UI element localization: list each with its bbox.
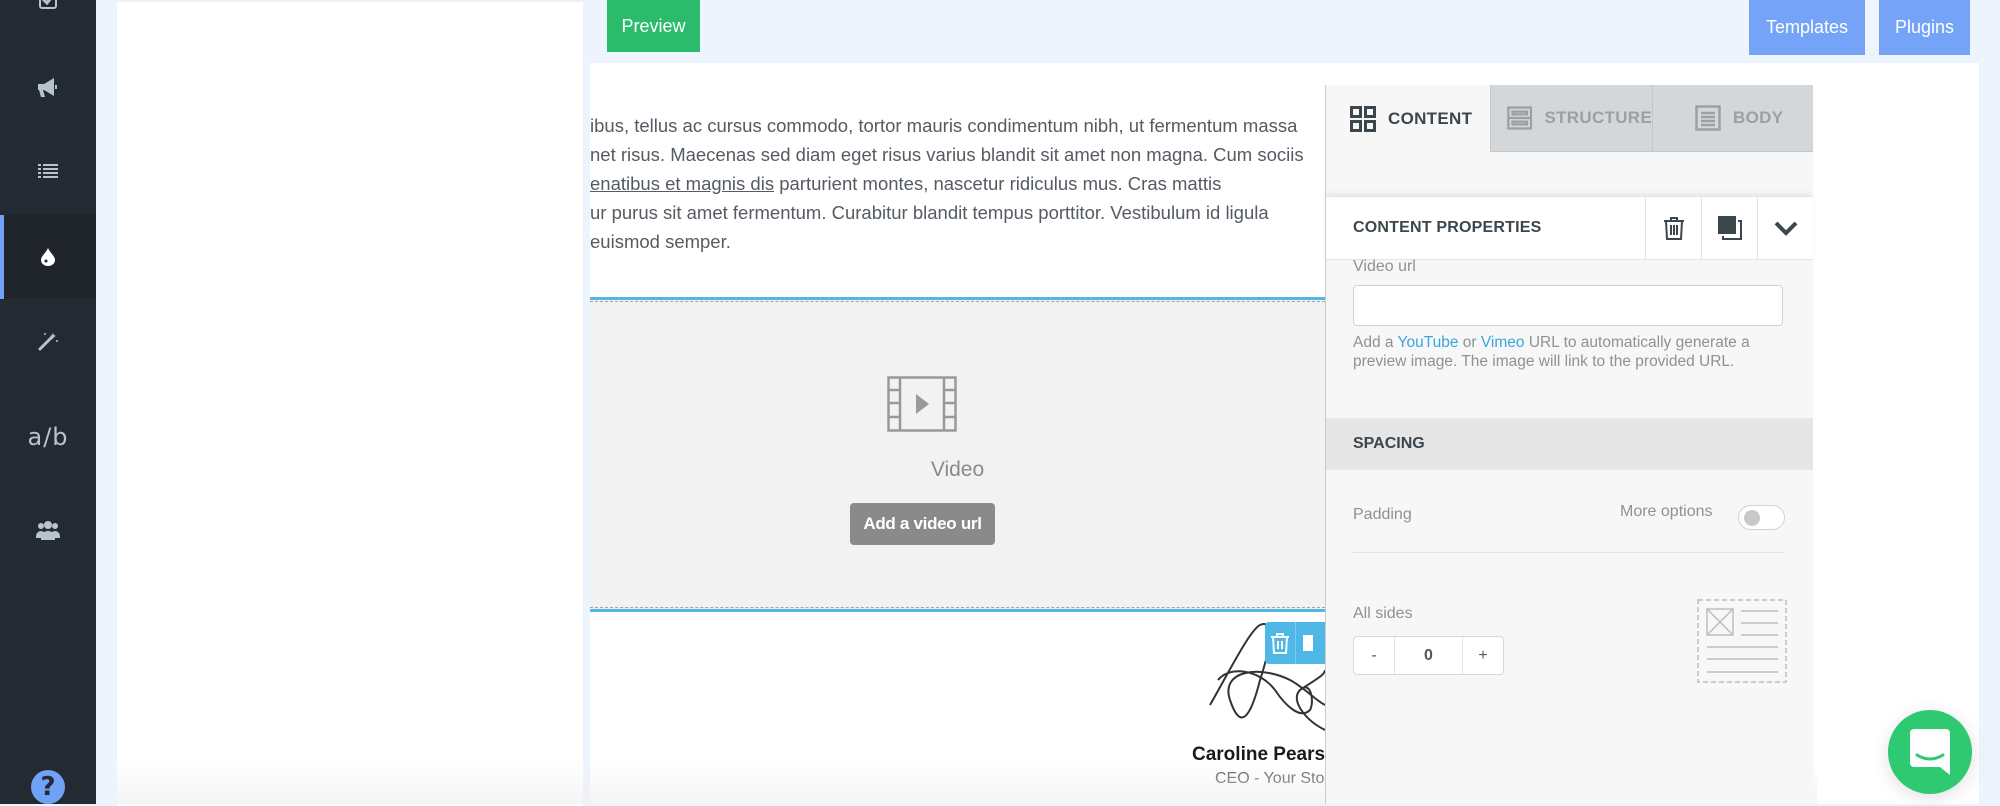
video-url-input[interactable] [1353, 285, 1783, 326]
delete-content-button[interactable] [1645, 197, 1701, 259]
all-sides-label: All sides [1353, 605, 1413, 622]
preview-button[interactable]: Preview [607, 0, 700, 52]
list-icon [38, 164, 58, 178]
more-options-label: More options [1620, 503, 1713, 520]
rows-icon [1507, 106, 1533, 130]
text-block[interactable]: ibus, tellus ac cursus commodo, tortor m… [590, 111, 1325, 256]
text-line: ur purus sit amet fermentum. Curabitur b… [590, 202, 1269, 223]
video-film-icon [887, 376, 957, 432]
signature-name: Caroline Pearsc [1192, 744, 1325, 765]
sidebar-item-design[interactable] [0, 215, 96, 299]
text-line: net risus. Maecenas sed diam eget risus … [590, 144, 1304, 165]
padding-preview-icon [1697, 599, 1787, 683]
templates-button[interactable]: Templates [1749, 0, 1865, 55]
signature-block[interactable]: Caroline Pearsc CEO - Your Stor [1100, 610, 1325, 804]
magic-wand-icon [38, 333, 58, 351]
decrement-button[interactable]: - [1354, 637, 1394, 674]
chevron-down-icon [1774, 221, 1797, 236]
duplicate-content-button[interactable] [1701, 197, 1757, 259]
tab-content-label: CONTENT [1388, 108, 1473, 128]
tab-body[interactable]: BODY [1652, 85, 1813, 152]
divider [1353, 552, 1784, 553]
sidebar-item-contacts[interactable] [0, 488, 96, 572]
text-link[interactable]: enatibus et magnis dis [590, 173, 774, 194]
plugins-button[interactable]: Plugins [1879, 0, 1970, 55]
users-icon [36, 521, 60, 540]
content-properties-title: CONTENT PROPERTIES [1353, 219, 1542, 236]
padding-label: Padding [1353, 506, 1412, 523]
hint-text: or [1458, 334, 1481, 351]
canvas-gutter [1979, 63, 2000, 804]
text-line: ibus, tellus ac cursus commodo, tortor m… [590, 115, 1298, 136]
sidebar-item-lists[interactable] [0, 130, 96, 214]
sidebar-item-tasks[interactable] [0, 0, 96, 42]
vimeo-link[interactable]: Vimeo [1481, 334, 1525, 351]
spacing-title: SPACING [1353, 435, 1425, 452]
tab-body-label: BODY [1733, 108, 1784, 127]
chat-icon [1910, 729, 1950, 775]
trash-icon [1663, 217, 1684, 240]
spacing-section-header[interactable]: SPACING [1326, 418, 1813, 470]
question-icon: ? [40, 772, 56, 802]
sidebar-item-ab-testing[interactable]: a/b [0, 395, 96, 479]
text-line: enatibus et magnis dis parturient montes… [590, 169, 1325, 198]
delete-block-button[interactable] [1265, 622, 1296, 664]
document-icon [1695, 105, 1721, 131]
content-properties-header: CONTENT PROPERTIES [1326, 196, 1813, 260]
video-label: Video [930, 458, 985, 481]
youtube-link[interactable]: YouTube [1398, 334, 1459, 351]
video-block[interactable]: Video Add a video url [590, 297, 1325, 612]
more-options-toggle[interactable] [1738, 505, 1785, 530]
grid-icon [1350, 105, 1376, 132]
chat-widget-button[interactable] [1888, 710, 1972, 794]
megaphone-icon [38, 78, 57, 97]
duplicate-icon [1303, 635, 1314, 651]
checkbox-icon [39, 0, 57, 9]
add-video-url-button[interactable]: Add a video url [850, 503, 995, 545]
properties-panel: CONTENT STRUCTURE BODY CONTENT PROPERTIE… [1325, 85, 1813, 804]
tab-structure[interactable]: STRUCTURE [1490, 85, 1652, 152]
help-button[interactable]: ? [31, 770, 65, 804]
tab-structure-label: STRUCTURE [1544, 108, 1652, 127]
hint-text: Add a [1353, 334, 1398, 351]
text-fragment: parturient montes, nascetur ridiculus mu… [779, 173, 1222, 194]
video-url-hint: Add a YouTube or Vimeo URL to automatica… [1353, 333, 1793, 371]
left-panel [117, 0, 583, 806]
padding-stepper: - 0 + [1353, 636, 1504, 675]
panel-tabs: CONTENT STRUCTURE BODY [1326, 85, 1813, 152]
video-url-label: Video url [1353, 258, 1416, 275]
signature-role: CEO - Your Stor [1215, 770, 1325, 787]
block-toolbar [1265, 622, 1325, 664]
collapse-button[interactable] [1757, 197, 1813, 259]
sidebar: a/b ? [0, 0, 96, 804]
droplet-icon [41, 248, 55, 266]
text-line: euismod semper. [590, 231, 731, 252]
tab-content[interactable]: CONTENT [1326, 85, 1490, 152]
trash-icon [1270, 633, 1289, 654]
increment-button[interactable]: + [1463, 637, 1503, 674]
duplicate-icon [1717, 216, 1742, 240]
sidebar-item-campaigns[interactable] [0, 46, 96, 130]
toggle-knob [1744, 510, 1760, 526]
duplicate-block-button[interactable] [1296, 622, 1326, 664]
ab-test-icon: a/b [27, 423, 69, 451]
padding-value[interactable]: 0 [1394, 637, 1463, 674]
sidebar-item-automation[interactable] [0, 299, 96, 383]
